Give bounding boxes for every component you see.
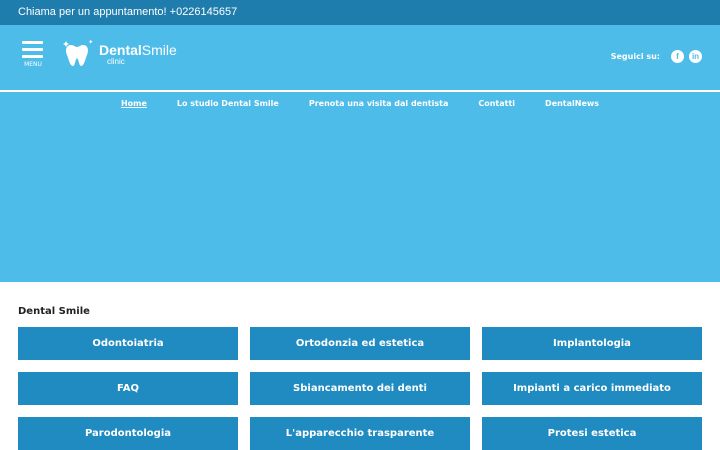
section-title: Dental Smile [18,306,90,317]
main-content: Dental Smile Odontoiatria Ortodonzia ed … [0,282,720,450]
tooth-logo-icon [63,39,93,66]
tile-protesi-estetica[interactable]: Protesi estetica [482,417,702,450]
tile-implantologia[interactable]: Implantologia [482,327,702,360]
menu-button[interactable]: MENU [22,41,44,68]
nav-item-studio[interactable]: Lo studio Dental Smile [177,99,279,108]
tile-faq[interactable]: FAQ [18,372,238,405]
logo-brand-light: Smile [141,41,177,58]
top-bar: Chiama per un appuntamento! +0226145657 [0,0,720,25]
main-nav: Home Lo studio Dental Smile Prenota una … [0,92,720,282]
nav-item-dentalnews[interactable]: DentalNews [545,99,599,108]
tile-odontoiatria[interactable]: Odontoiatria [18,327,238,360]
linkedin-icon[interactable]: in [689,50,702,63]
facebook-icon[interactable]: f [671,50,684,63]
social-label: Seguici su: [610,52,660,61]
menu-icon-bar [22,55,43,58]
tile-sbiancamento[interactable]: Sbiancamento dei denti [250,372,470,405]
site-header: MENU DentalSmile clinic Seguici su: f in [0,25,720,90]
nav-item-home[interactable]: Home [121,99,147,108]
tile-ortodonzia[interactable]: Ortodonzia ed estetica [250,327,470,360]
logo-subtitle: clinic [107,56,125,66]
logo-brand-bold: Dental [99,41,142,58]
menu-icon [22,41,43,44]
nav-item-prenota[interactable]: Prenota una visita dal dentista [309,99,449,108]
tile-impianti-carico[interactable]: Impianti a carico immediato [482,372,702,405]
menu-icon-bar [22,48,43,51]
site-logo[interactable]: DentalSmile clinic [62,39,177,69]
menu-label: MENU [24,61,42,68]
tile-parodontologia[interactable]: Parodontologia [18,417,238,450]
services-grid: Odontoiatria Ortodonzia ed estetica Impl… [18,327,702,450]
social-links: Seguici su: f in [611,50,702,63]
phone-call-text: Chiama per un appuntamento! +0226145657 [18,6,238,18]
nav-item-contatti[interactable]: Contatti [478,99,515,108]
tile-apparecchio-trasparente[interactable]: L'apparecchio trasparente [250,417,470,450]
